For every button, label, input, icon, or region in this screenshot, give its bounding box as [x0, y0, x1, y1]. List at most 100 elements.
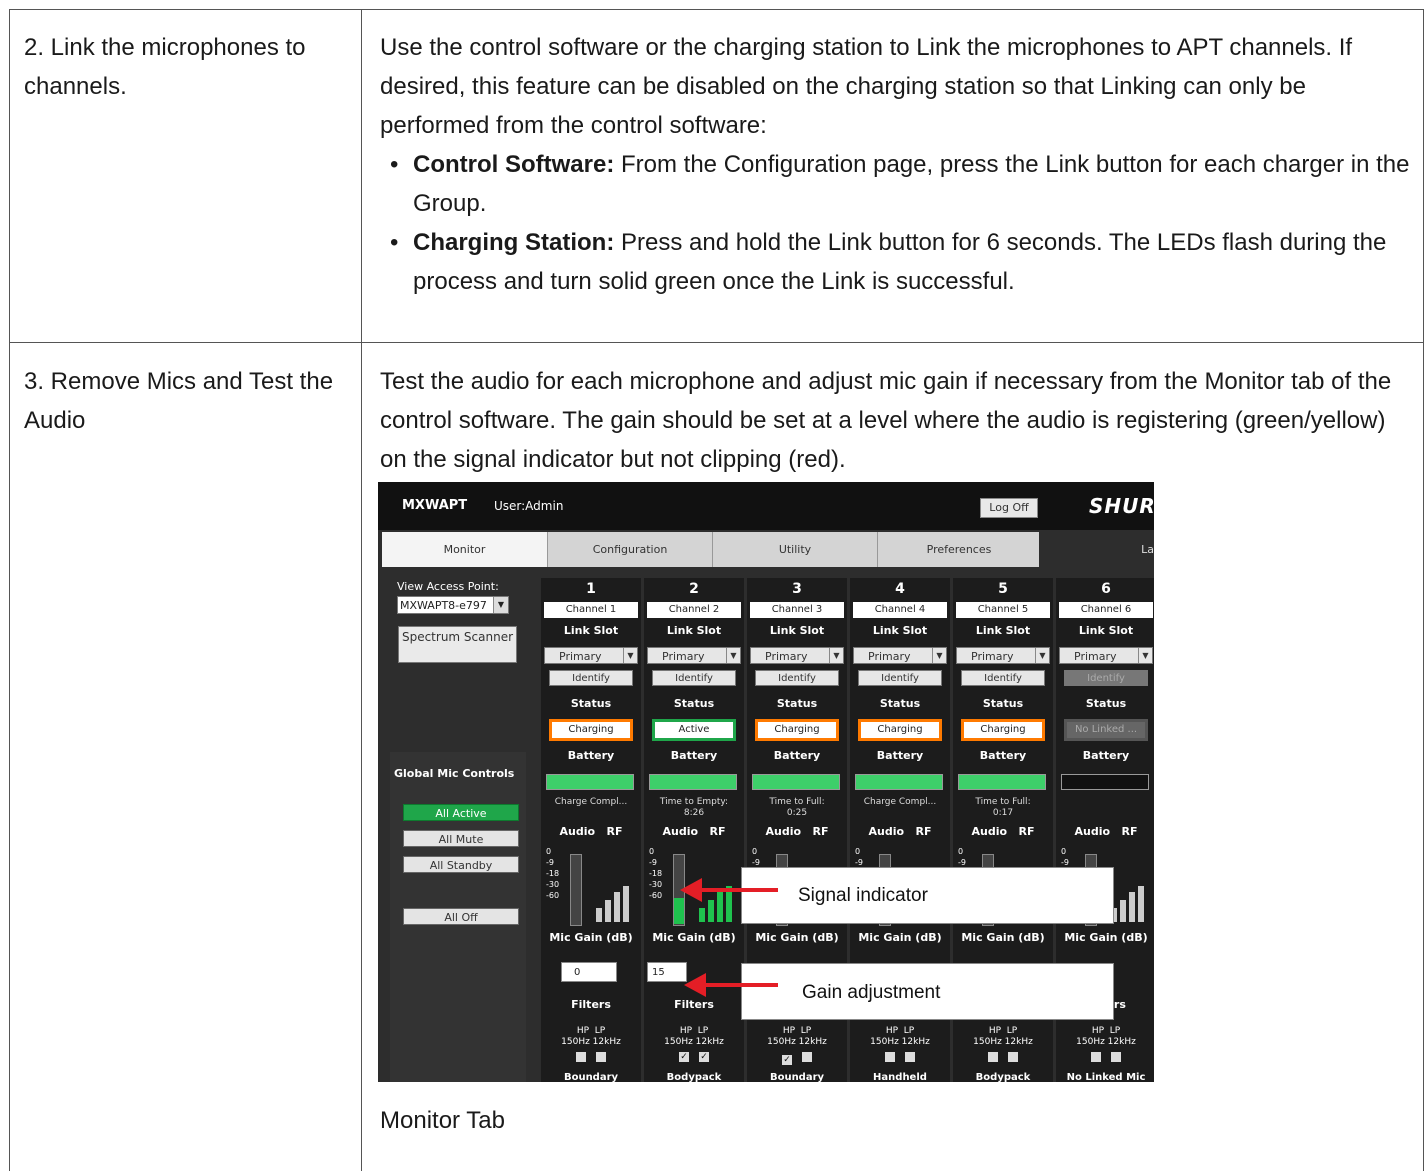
gain-adjustment-callout: Gain adjustment — [741, 963, 1114, 1020]
bullet-charging-station: Charging Station: Press and hold the Lin… — [380, 223, 1410, 301]
slot-value: Primary — [765, 650, 808, 663]
filter-types: HP LP — [782, 1026, 812, 1036]
all-active-button[interactable]: All Active — [403, 804, 519, 821]
battery-meter — [752, 774, 840, 790]
link-slot-label: Link Slot — [769, 624, 825, 637]
hp-filter-checkbox[interactable] — [988, 1052, 998, 1062]
link-slot-label: Link Slot — [563, 624, 619, 637]
filter-frequencies: 150Hz 12kHz — [973, 1037, 1033, 1047]
filters-control: HP LP 150Hz 12kHz — [541, 1026, 641, 1066]
lp-filter-checkbox[interactable] — [905, 1052, 915, 1062]
hp-filter-checkbox[interactable]: ✓ — [679, 1052, 689, 1062]
lp-filter-checkbox[interactable] — [1111, 1052, 1121, 1062]
tab-configuration[interactable]: Configuration — [548, 532, 713, 567]
all-mute-button[interactable]: All Mute — [403, 830, 519, 847]
channel-name-field[interactable]: Channel 2 — [647, 602, 741, 618]
filters-control: HP LP 150Hz 12kHz — [1056, 1026, 1154, 1066]
rf-bar — [596, 908, 602, 922]
figure-caption: Monitor Tab — [380, 1107, 505, 1134]
ap-value: MXWAPT8-e797 — [400, 599, 487, 612]
audio-rf-label: Audio RF — [1074, 825, 1138, 838]
tab-utility[interactable]: Utility — [713, 532, 878, 567]
channel-name-field[interactable]: Channel 1 — [544, 602, 638, 618]
channel-name-field[interactable]: Channel 6 — [1059, 602, 1153, 618]
mic-gain-label: Mic Gain (dB) — [858, 931, 942, 944]
gain-arrow — [704, 983, 778, 987]
gain-stepper[interactable]: 15 — [647, 962, 687, 982]
status-text: Active — [655, 722, 733, 738]
status-indicator: Charging — [549, 719, 633, 741]
chevron-down-icon: ▼ — [829, 648, 843, 663]
filter-types: HP LP — [1091, 1026, 1121, 1036]
bullet-label: Charging Station: — [413, 229, 615, 256]
tab-preferences[interactable]: Preferences — [878, 532, 1041, 567]
lp-filter-checkbox[interactable]: ✓ — [699, 1052, 709, 1062]
link-slot-select[interactable]: Primary ▼ — [647, 647, 741, 664]
channel-name-field[interactable]: Channel 5 — [956, 602, 1050, 618]
mic-gain-label: Mic Gain (dB) — [1064, 931, 1148, 944]
user-label: User:Admin — [494, 499, 564, 513]
mic-gain-label: Mic Gain (dB) — [755, 931, 839, 944]
filter-types: HP LP — [885, 1026, 915, 1036]
slot-value: Primary — [662, 650, 705, 663]
slot-value: Primary — [971, 650, 1014, 663]
hp-filter-checkbox[interactable] — [1091, 1052, 1101, 1062]
identify-button[interactable]: Identify — [755, 670, 839, 686]
step-2-label: 2. Link the microphones to channels. — [24, 34, 306, 100]
signal-arrow — [698, 888, 778, 892]
channel-name-field[interactable]: Channel 4 — [853, 602, 947, 618]
identify-button[interactable]: Identify — [961, 670, 1045, 686]
mic-type-label: Boundary — [769, 1072, 825, 1082]
link-slot-label: Link Slot — [666, 624, 722, 637]
mic-gain-label: Mic Gain (dB) — [652, 931, 736, 944]
link-slot-select[interactable]: Primary ▼ — [956, 647, 1050, 664]
link-slot-select[interactable]: Primary ▼ — [750, 647, 844, 664]
link-slot-select[interactable]: Primary ▼ — [544, 647, 638, 664]
mic-type-label: Bodypack — [666, 1072, 722, 1082]
filter-frequencies: 150Hz 12kHz — [664, 1037, 724, 1047]
audio-level-bar — [570, 854, 582, 926]
slot-value: Primary — [559, 650, 602, 663]
link-slot-select[interactable]: Primary ▼ — [1059, 647, 1153, 664]
link-slot-select[interactable]: Primary ▼ — [853, 647, 947, 664]
status-indicator[interactable]: Active — [652, 719, 736, 741]
rf-bar — [1138, 886, 1144, 922]
all-off-button[interactable]: All Off — [403, 908, 519, 925]
hp-filter-checkbox[interactable] — [576, 1052, 586, 1062]
meter-scale: 0 -9 -18 -30 -60 — [649, 847, 663, 900]
status-indicator: Charging — [755, 719, 839, 741]
slot-value: Primary — [868, 650, 911, 663]
identify-button[interactable]: Identify — [549, 670, 633, 686]
channel-number: 3 — [792, 581, 802, 597]
hp-filter-checkbox[interactable]: ✓ — [782, 1055, 792, 1065]
lp-filter-checkbox[interactable] — [596, 1052, 606, 1062]
identify-button[interactable]: Identify — [858, 670, 942, 686]
filters-label: Filters — [674, 998, 714, 1011]
identify-button[interactable]: Identify — [1064, 670, 1148, 686]
battery-meter — [649, 774, 737, 790]
status-text: Charging — [758, 722, 836, 738]
lp-filter-checkbox[interactable] — [802, 1052, 812, 1062]
channel-column: 2 Channel 2 Link Slot Primary ▼ Identify … — [644, 578, 744, 1082]
battery-meter — [546, 774, 634, 790]
audio-rf-label: Audio RF — [559, 825, 623, 838]
logoff-button[interactable]: Log Off — [980, 498, 1038, 518]
status-indicator: Charging — [961, 719, 1045, 741]
channel-name-field[interactable]: Channel 3 — [750, 602, 844, 618]
spectrum-scanner-button[interactable]: Spectrum Scanner — [398, 626, 517, 663]
filter-types: HP LP — [988, 1026, 1018, 1036]
gain-stepper[interactable]: 0 — [561, 962, 617, 982]
tab-language[interactable]: La — [1039, 532, 1154, 567]
tab-monitor[interactable]: Monitor — [382, 532, 548, 567]
gain-adjustment-text: Gain adjustment — [802, 982, 941, 1003]
access-point-select[interactable]: MXWAPT8-e797 ▼ — [397, 596, 509, 614]
lp-filter-checkbox[interactable] — [1008, 1052, 1018, 1062]
all-standby-button[interactable]: All Standby — [403, 856, 519, 873]
table-column-divider — [361, 9, 362, 1171]
battery-status-text: Time to Full: 0:17 — [975, 797, 1031, 818]
rf-bar — [717, 892, 723, 922]
identify-button[interactable]: Identify — [652, 670, 736, 686]
filter-types: HP LP — [679, 1026, 709, 1036]
hp-filter-checkbox[interactable] — [885, 1052, 895, 1062]
status-label: Status — [570, 697, 612, 710]
